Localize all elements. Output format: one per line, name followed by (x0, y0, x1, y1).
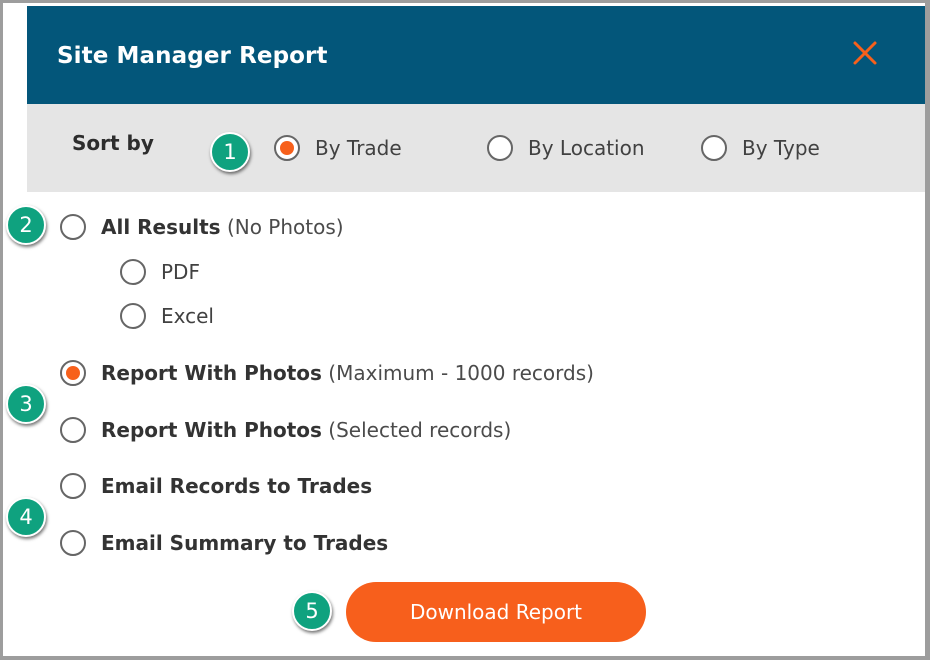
pdf-format-label[interactable]: PDF (161, 259, 200, 285)
all-results-option[interactable]: All Results (No Photos) (101, 214, 344, 240)
report-with-photos-max-radio[interactable] (60, 360, 86, 386)
step-badge-4: 4 (6, 497, 46, 537)
sort-by-type-label[interactable]: By Type (742, 135, 820, 161)
report-with-photos-selected-option[interactable]: Report With Photos (Selected records) (101, 417, 511, 443)
step-badge-5: 5 (292, 591, 332, 631)
sort-by-location-radio[interactable] (487, 135, 513, 161)
excel-format-label[interactable]: Excel (161, 303, 214, 329)
email-summary-label: Email Summary to Trades (101, 531, 389, 555)
close-button[interactable] (851, 39, 879, 67)
report-with-photos-max-option[interactable]: Report With Photos (Maximum - 1000 recor… (101, 360, 594, 386)
sort-by-type-radio[interactable] (701, 135, 727, 161)
step-badge-1: 1 (210, 132, 250, 172)
email-summary-radio[interactable] (60, 530, 86, 556)
all-results-label: All Results (101, 215, 221, 239)
all-results-note: (No Photos) (226, 215, 344, 239)
report-with-photos-max-note: (Maximum - 1000 records) (328, 361, 594, 385)
report-with-photos-selected-note: (Selected records) (328, 418, 512, 442)
email-records-radio[interactable] (60, 473, 86, 499)
pdf-format-radio[interactable] (120, 259, 146, 285)
download-report-button[interactable]: Download Report (346, 582, 646, 642)
step-badge-2: 2 (6, 205, 46, 245)
all-results-radio[interactable] (60, 214, 86, 240)
report-with-photos-selected-label: Report With Photos (101, 418, 322, 442)
sort-by-trade-radio[interactable] (274, 135, 300, 161)
email-summary-option[interactable]: Email Summary to Trades (101, 530, 388, 556)
step-badge-3: 3 (6, 384, 46, 424)
email-records-label: Email Records to Trades (101, 474, 373, 498)
report-with-photos-selected-radio[interactable] (60, 417, 86, 443)
close-icon[interactable] (851, 39, 879, 67)
email-records-option[interactable]: Email Records to Trades (101, 473, 372, 499)
excel-format-radio[interactable] (120, 303, 146, 329)
sort-by-location-label[interactable]: By Location (528, 135, 645, 161)
sort-by-label: Sort by (72, 131, 154, 155)
dialog-title: Site Manager Report (57, 43, 328, 69)
sort-by-trade-label[interactable]: By Trade (315, 135, 402, 161)
report-with-photos-max-label: Report With Photos (101, 361, 322, 385)
